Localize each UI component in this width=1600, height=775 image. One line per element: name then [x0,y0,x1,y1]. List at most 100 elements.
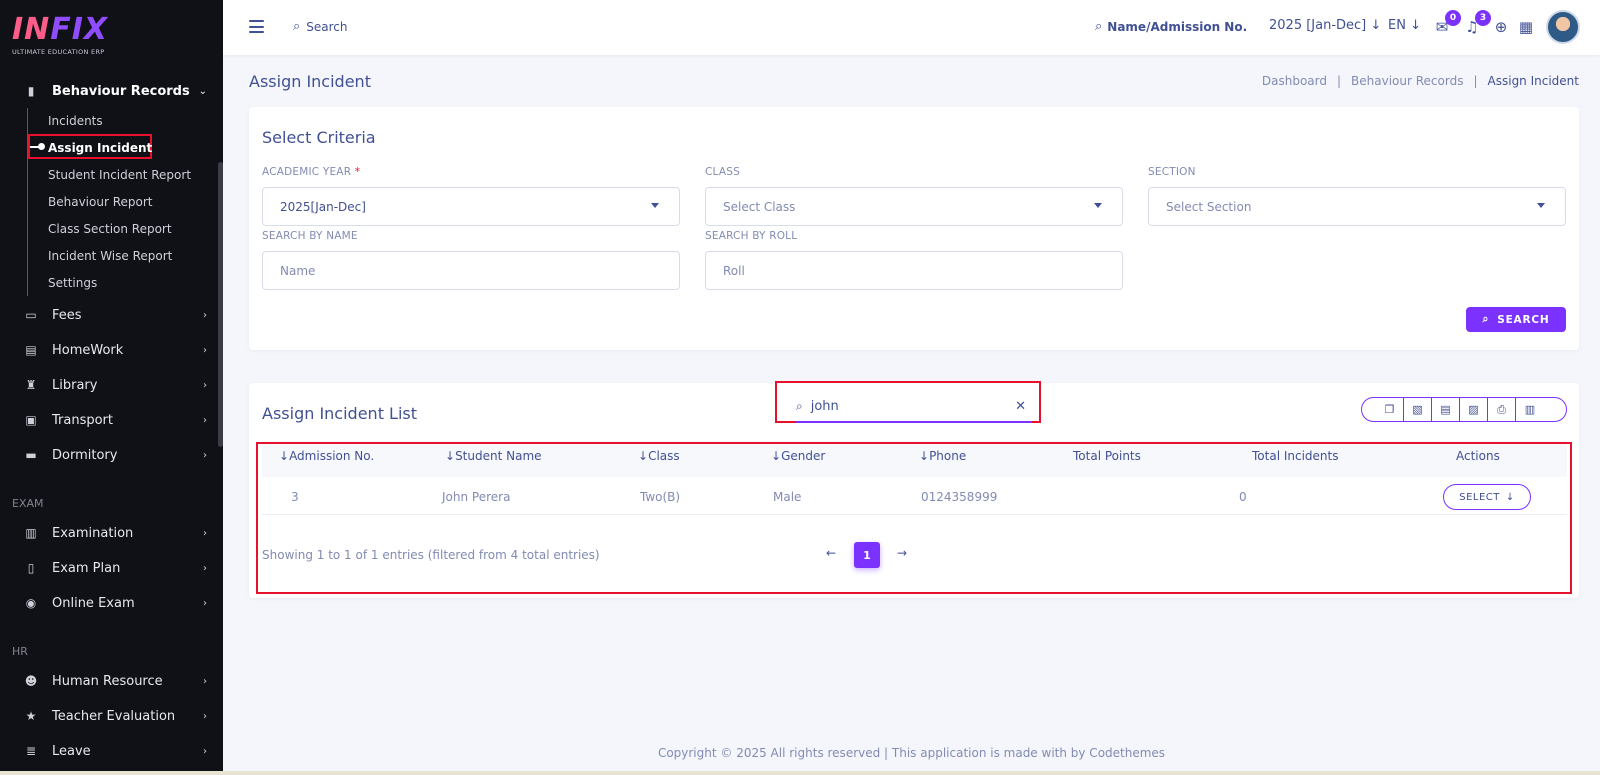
search-icon: ⌕ [1482,313,1490,325]
bell-icon[interactable]: ♫ 3 [1462,10,1491,37]
pdf-button[interactable]: ▨ [1460,398,1488,421]
chart-icon[interactable]: ▦ [1516,17,1536,37]
sidebar-item-dormitory[interactable]: ▬ Dormitory › [22,444,207,466]
section-select[interactable]: Select Section [1148,187,1566,226]
roll-field[interactable] [705,251,1123,290]
sidebar-item-label: Transport [52,412,114,428]
year-selector[interactable]: 2025 [Jan-Dec] ↓ [1269,18,1381,33]
brand-name-part2: FIX [50,12,109,47]
table-search-value[interactable]: john [811,399,839,414]
sidebar-subitem-behaviour-report[interactable]: Behaviour Report [48,193,152,211]
file-icon: ▮ [27,84,35,98]
sidebar-subitem-class-section-report[interactable]: Class Section Report [48,220,172,238]
academic-year-label: ACADEMIC YEAR * [262,166,361,178]
sidebar-item-library[interactable]: ♜ Library › [22,374,207,396]
sidebar-subitem-incident-wise-report[interactable]: Incident Wise Report [48,247,172,265]
print-button[interactable]: ⎙ [1488,398,1516,421]
sidebar-item-label: Teacher Evaluation [52,708,176,724]
top-search[interactable]: ⌕ Search [293,19,348,34]
sidebar-item-label: Behaviour Records [52,83,190,99]
sidebar-item-label: Library [52,377,98,393]
sidebar-item-homework[interactable]: ▤ HomeWork › [22,339,207,361]
chevron-right-icon: › [203,309,207,321]
section-label-exam: EXAM [12,497,44,510]
breadcrumb-dashboard[interactable]: Dashboard [1262,74,1327,88]
section-select-placeholder: Select Section [1166,199,1252,214]
copy-button[interactable]: ❐ [1376,398,1404,421]
arrow-down-icon: ↓ [1410,18,1421,33]
criteria-title: Select Criteria [262,128,376,147]
map-icon: ▥ [25,526,37,540]
excel-icon: ▧ [1412,403,1423,416]
csv-button[interactable]: ▤ [1432,398,1460,421]
bed-icon: ▬ [25,448,37,462]
sidebar-item-label: Dormitory [52,447,118,463]
caret-down-icon [651,203,659,208]
book-icon: ▤ [25,343,37,357]
excel-button[interactable]: ▧ [1404,398,1432,421]
sidebar-item-label: Fees [52,307,82,323]
chevron-right-icon: › [203,449,207,461]
chevron-right-icon: › [203,527,207,539]
hamburger-menu-icon[interactable] [249,20,264,33]
sidebar-item-transport[interactable]: ▣ Transport › [22,409,207,431]
name-field[interactable] [262,251,680,290]
sidebar-item-exam-plan[interactable]: ▯ Exam Plan › [22,557,207,579]
sidebar-item-label: HomeWork [52,342,124,358]
bus-icon: ▣ [25,413,37,427]
chevron-right-icon: › [203,597,207,609]
name-input[interactable] [280,263,679,278]
globe-icon[interactable]: ⊕ [1491,17,1511,37]
caret-down-icon [1094,203,1102,208]
clear-search-icon[interactable]: ✕ [1015,399,1026,414]
table-highlight [256,442,1572,594]
class-select[interactable]: Select Class [705,187,1123,226]
search-button[interactable]: ⌕ SEARCH [1466,307,1566,332]
sidebar-subitem-settings[interactable]: Settings [48,274,97,292]
avatar[interactable] [1546,10,1580,44]
admission-search[interactable]: ⌕ Name/Admission No. [1095,19,1247,34]
copy-icon: ❐ [1384,403,1395,416]
sidebar-item-human-resource[interactable]: ☻ Human Resource › [22,670,207,692]
chevron-right-icon: › [203,414,207,426]
table-search[interactable]: ⌕ john ✕ [796,391,1032,423]
breadcrumb-behaviour-records[interactable]: Behaviour Records [1351,74,1463,88]
sidebar-subitem-incidents[interactable]: Incidents [48,112,103,130]
sidebar-subitem-assign-incident[interactable]: Assign Incident [48,139,152,157]
roll-input[interactable] [723,263,1122,278]
sidebar-item-leave[interactable]: ≣ Leave › [22,740,207,762]
brand-tagline: ULTIMATE EDUCATION ERP [12,48,105,56]
sidebar-item-fees[interactable]: ▭ Fees › [22,304,207,326]
list-icon: ≣ [25,744,37,758]
sidebar-item-behaviour-records[interactable]: ▮ Behaviour Records ⌄ [22,80,207,102]
sidebar-item-teacher-evaluation[interactable]: ★ Teacher Evaluation › [22,705,207,727]
columns-button[interactable]: ▥ [1516,398,1544,421]
search-icon: ⌕ [1095,19,1103,34]
sidebar-item-online-exam[interactable]: ◉ Online Exam › [22,592,207,614]
sidebar-item-label: Human Resource [52,673,163,689]
search-button-label: SEARCH [1497,313,1550,326]
sidebar-item-examination[interactable]: ▥ Examination › [22,522,207,544]
sidebar-scrollbar[interactable] [218,162,223,447]
class-select-placeholder: Select Class [723,199,796,214]
sidebar-item-label: Leave [52,743,91,759]
search-roll-label: SEARCH BY ROLL [705,230,798,242]
users-icon: ☻ [24,674,38,688]
columns-icon: ▥ [1524,403,1536,416]
language-selector-value: EN [1388,18,1406,33]
academic-year-select[interactable]: 2025[Jan-Dec] [262,187,680,226]
criteria-card [249,107,1579,350]
csv-icon: ▤ [1440,403,1451,416]
section-label-hr: HR [12,645,28,658]
messages-icon[interactable]: ✉ 0 [1432,10,1461,37]
top-search-label: Search [306,19,348,34]
sidebar-subitem-student-incident-report[interactable]: Student Incident Report [48,166,191,184]
arrow-down-icon: ↓ [1370,18,1382,33]
list-title: Assign Incident List [262,404,418,423]
brand-logo[interactable]: INFIX ULTIMATE EDUCATION ERP [12,12,109,57]
export-buttons: ❐ ▧ ▤ ▨ ⎙ ▥ [1361,397,1567,422]
sidebar-item-label: Examination [52,525,134,541]
footer: Copyright © 2025 All rights reserved | T… [657,746,1166,760]
language-selector[interactable]: EN ↓ [1388,18,1421,33]
chevron-right-icon: › [203,675,207,687]
